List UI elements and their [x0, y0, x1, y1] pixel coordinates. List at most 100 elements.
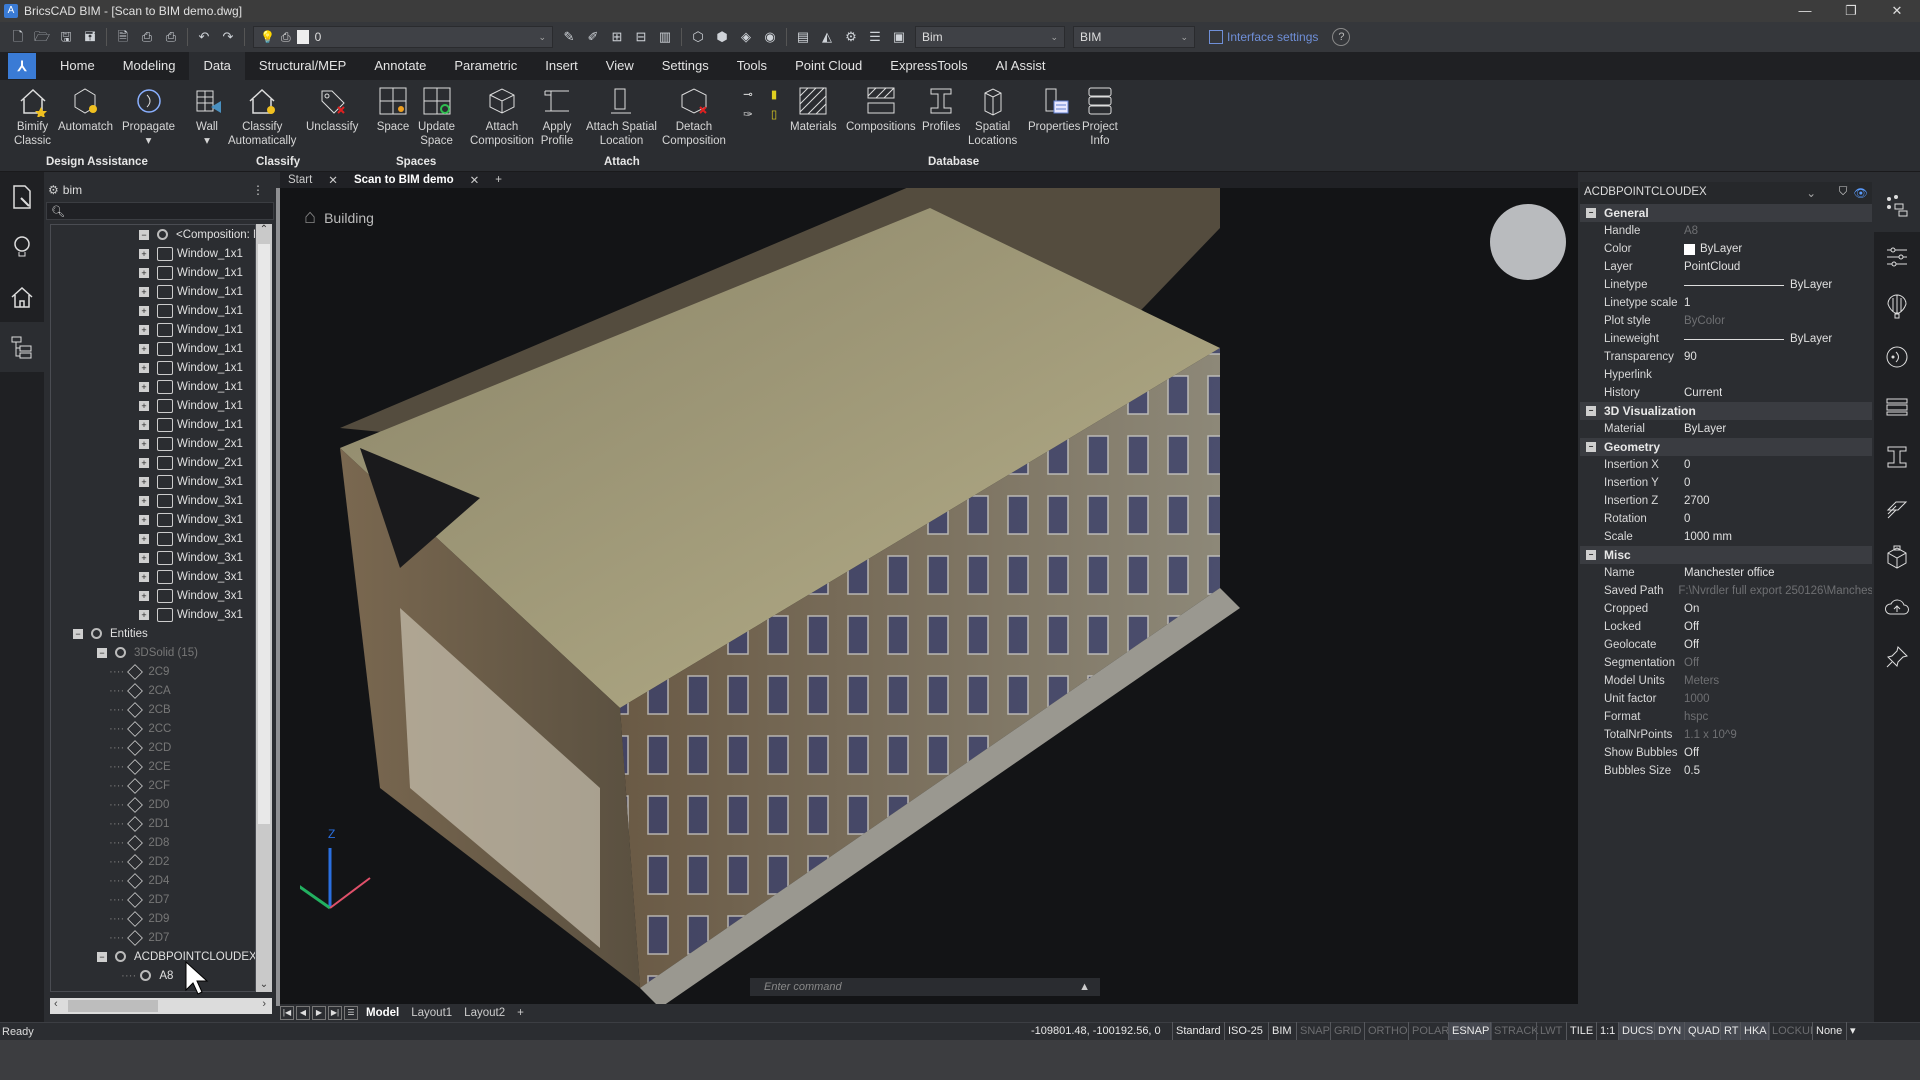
tree-item[interactable]: + Window_1x1 — [139, 263, 243, 282]
recover-icon[interactable]: 🗎 — [113, 27, 133, 47]
status-toggle-bim[interactable]: BIM — [1268, 1022, 1295, 1040]
expand-icon[interactable]: + — [139, 419, 149, 430]
prev-layout-icon[interactable]: ◀ — [296, 1006, 310, 1020]
status-toggle-quad[interactable]: QUAD — [1684, 1022, 1723, 1040]
detach-composition-button[interactable]: Detach Composition — [662, 84, 726, 148]
status-toggle-rt[interactable]: RT — [1720, 1022, 1742, 1040]
select-icon[interactable]: ⊞ — [607, 27, 627, 47]
profiles-button[interactable]: Profiles — [922, 84, 960, 134]
cloud-upload-icon[interactable] — [1874, 582, 1920, 632]
tree-item[interactable]: + Window_1x1 — [139, 301, 243, 320]
toggle-visibility-eye-icon[interactable]: 👁 — [1853, 186, 1868, 200]
tab-data[interactable]: Data — [189, 52, 245, 80]
tree-item[interactable]: + Window_1x1 — [139, 415, 243, 434]
expand-icon[interactable]: + — [139, 400, 149, 411]
status-toggle-hka[interactable]: HKA — [1740, 1022, 1770, 1040]
layers-panel-icon[interactable]: ☰ — [865, 27, 885, 47]
settings-gear-icon[interactable]: ⚙ — [841, 27, 861, 47]
status-toggle-grid[interactable]: GRID — [1330, 1022, 1365, 1040]
tree-item[interactable]: + Window_1x1 — [139, 358, 243, 377]
classify-automatically-button[interactable]: Classify Automatically — [228, 84, 296, 148]
status-toggle-ducs[interactable]: DUCS — [1618, 1022, 1657, 1040]
brush-icon[interactable]: ✑ — [738, 108, 758, 122]
tree-item[interactable]: ···· 2CA — [109, 681, 171, 700]
property-row[interactable]: Geolocate Off — [1580, 636, 1872, 654]
materials-panel-icon[interactable] — [1874, 482, 1920, 532]
tree-item[interactable]: ···· 2D0 — [109, 795, 169, 814]
close-button[interactable]: ✕ — [1874, 0, 1920, 22]
property-row[interactable]: Plot style ByColor — [1580, 312, 1872, 330]
expand-icon[interactable]: + — [139, 248, 149, 259]
update-space-button[interactable]: Update Space — [418, 84, 455, 148]
property-row[interactable]: Transparency 90 — [1580, 348, 1872, 366]
tab-modeling[interactable]: Modeling — [109, 52, 190, 80]
tab-view[interactable]: View — [592, 52, 648, 80]
apply-profile-button[interactable]: Apply Profile — [540, 84, 574, 148]
tree-item[interactable]: + Window_3x1 — [139, 491, 243, 510]
traffic-icon[interactable]: ▥ — [655, 27, 675, 47]
layer-tool-icon[interactable]: ✎ — [559, 27, 579, 47]
status-toggle-esnap[interactable]: ESNAP — [1448, 1022, 1493, 1040]
tree-item[interactable]: − <Composition: N — [139, 225, 255, 244]
interface-settings-button[interactable]: Interface settings — [1209, 30, 1318, 44]
yellow-frame-icon[interactable]: ▯ — [764, 108, 784, 122]
materials-button[interactable]: Materials — [790, 84, 837, 134]
tree-item[interactable]: ···· 2C9 — [109, 662, 169, 681]
tree-item[interactable]: ···· 2CD — [109, 738, 171, 757]
property-row[interactable]: Handle A8 — [1580, 222, 1872, 240]
property-category[interactable]: −3D Visualization — [1580, 402, 1872, 420]
attach-composition-button[interactable]: Attach Composition — [470, 84, 534, 148]
collapse-icon[interactable]: − — [73, 628, 83, 639]
tab-model[interactable]: Model — [360, 1007, 405, 1019]
expand-history-icon[interactable]: ▲ — [1079, 981, 1090, 993]
command-line-input[interactable]: Enter command ▲ — [750, 978, 1100, 996]
tree-item[interactable]: + Window_2x1 — [139, 434, 243, 453]
pin-icon[interactable] — [1874, 632, 1920, 682]
first-layout-icon[interactable]: |◀ — [280, 1006, 294, 1020]
status-toggle-ortho[interactable]: ORTHO — [1364, 1022, 1411, 1040]
tab-parametric[interactable]: Parametric — [440, 52, 531, 80]
tree-item[interactable]: ···· 2D4 — [109, 871, 169, 890]
structure-panel-icon[interactable] — [1874, 182, 1920, 232]
property-category[interactable]: − Misc — [1580, 546, 1872, 564]
property-row[interactable]: Linetype ByLayer — [1580, 276, 1872, 294]
property-row[interactable]: Layer PointCloud — [1580, 258, 1872, 276]
attach-spatial-location-button[interactable]: Attach Spatial Location — [586, 84, 657, 148]
cube-shaded-icon[interactable]: ⬢ — [712, 27, 732, 47]
automatch-button[interactable]: Automatch — [58, 84, 113, 134]
tree-item[interactable]: + Window_1x1 — [139, 244, 243, 263]
more-options-icon[interactable]: ⋮ — [252, 183, 264, 197]
close-tab-icon[interactable]: ✕ — [462, 173, 488, 187]
image-icon[interactable]: ▣ — [889, 27, 909, 47]
status-menu-arrow-icon[interactable]: ▾ — [1846, 1022, 1859, 1040]
expand-icon[interactable]: + — [139, 514, 149, 525]
lightbulb-icon[interactable] — [0, 222, 44, 272]
project-info-button[interactable]: Project Info — [1082, 84, 1118, 148]
expand-icon[interactable]: + — [139, 362, 149, 373]
unclassify-button[interactable]: Unclassify — [306, 84, 358, 134]
close-tab-icon[interactable]: ✕ — [320, 173, 346, 187]
redo-icon[interactable]: ↷ — [218, 27, 238, 47]
tree-item[interactable]: + Window_2x1 — [139, 453, 243, 472]
property-row[interactable]: Unit factor 1000 — [1580, 690, 1872, 708]
home-icon[interactable] — [0, 272, 44, 322]
property-row[interactable]: Insertion Z 2700 — [1580, 492, 1872, 510]
profiles-panel-icon[interactable] — [1874, 432, 1920, 482]
scroll-right-arrow[interactable]: › — [262, 998, 266, 1010]
properties-sliders-icon[interactable] — [1874, 232, 1920, 282]
status-toggle-lwt[interactable]: LWT — [1536, 1022, 1565, 1040]
tree-item[interactable]: ···· 2D9 — [109, 909, 169, 928]
wall-button[interactable]: Wall ▾ — [190, 84, 224, 148]
tree-item[interactable]: − Entities — [73, 624, 148, 643]
scroll-down-arrow[interactable]: ⌄ — [256, 979, 272, 990]
tree-item[interactable]: ···· 2CE — [109, 757, 171, 776]
workspace-dropdown[interactable]: Bim ⌄ — [915, 26, 1065, 48]
next-layout-icon[interactable]: ▶ — [312, 1006, 326, 1020]
tab-start[interactable]: Start — [280, 174, 320, 186]
expand-icon[interactable]: + — [139, 571, 149, 582]
status-toggle-standard[interactable]: Standard — [1172, 1022, 1224, 1040]
tab-insert[interactable]: Insert — [531, 52, 592, 80]
tree-item[interactable]: + Window_3x1 — [139, 510, 243, 529]
expand-icon[interactable]: + — [139, 324, 149, 335]
tab-structural-mep[interactable]: Structural/MEP — [245, 52, 360, 80]
